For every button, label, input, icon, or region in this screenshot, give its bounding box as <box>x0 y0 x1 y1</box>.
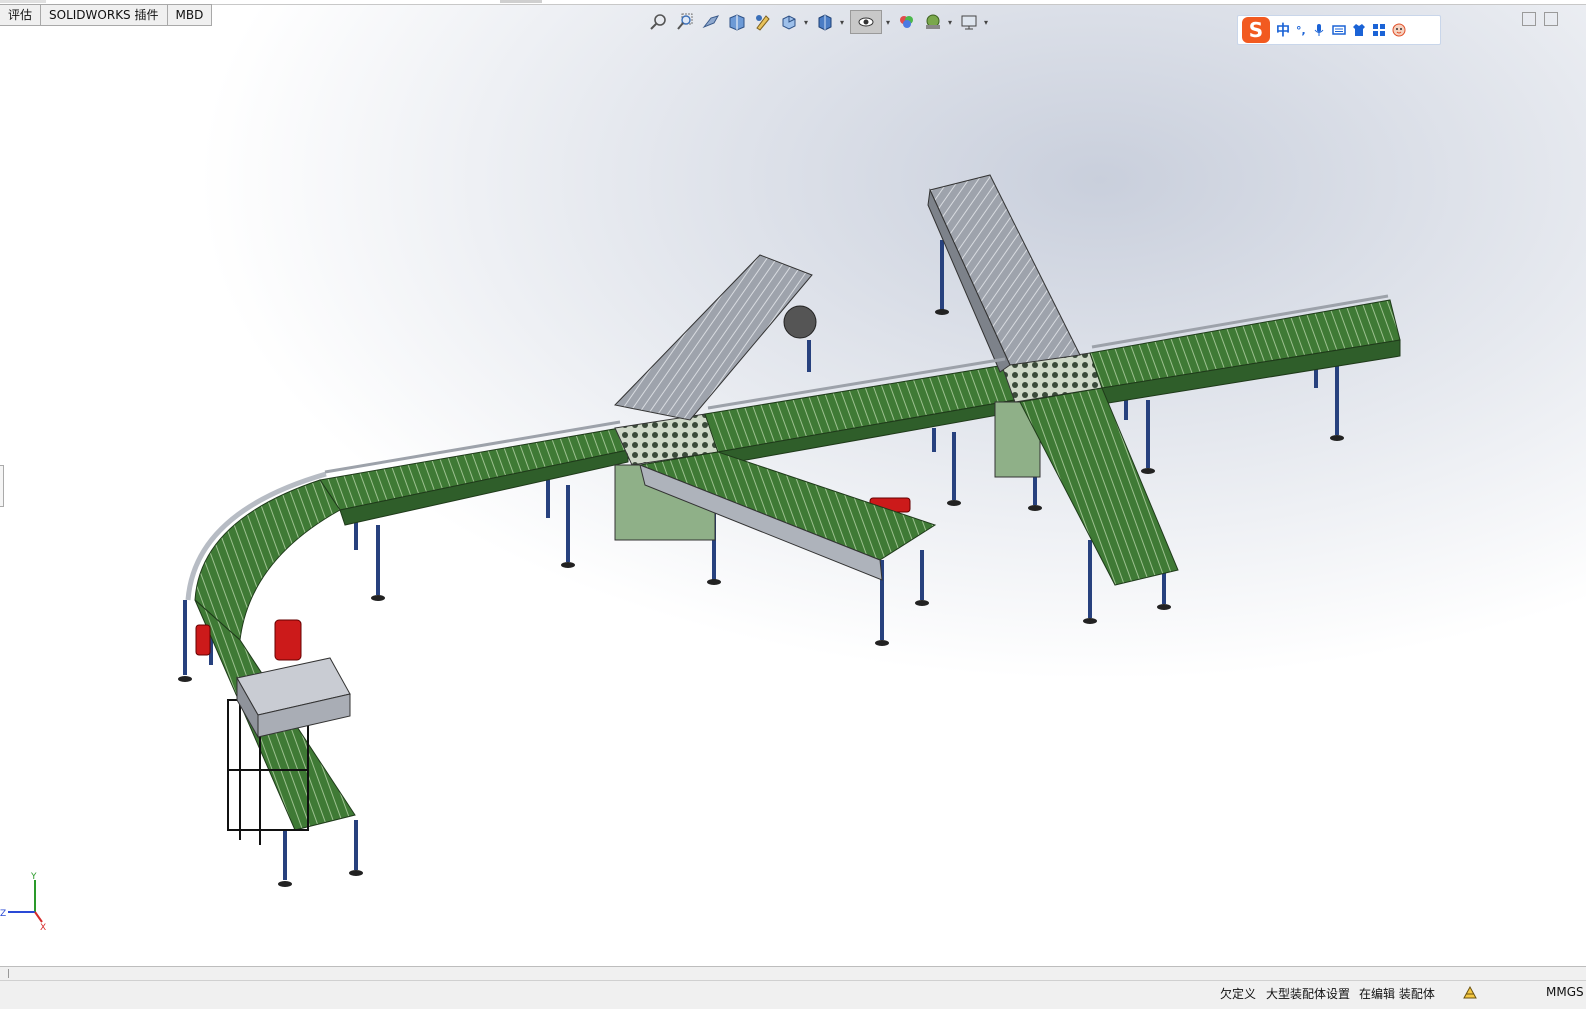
incline-conveyor-gray-2 <box>929 174 1081 366</box>
sogou-logo-icon[interactable]: S <box>1242 17 1270 43</box>
previous-view-icon <box>702 15 720 29</box>
skin-shirt-icon[interactable] <box>1352 23 1366 37</box>
status-units[interactable]: MMGS <box>1546 985 1584 999</box>
view-settings-icon <box>961 15 977 30</box>
leg-feet <box>178 309 1344 887</box>
tab-mbd[interactable]: MBD <box>167 4 213 26</box>
status-editing-assembly: 在编辑 装配体 <box>1359 987 1435 1001</box>
edit-appearance-button[interactable] <box>896 11 918 33</box>
ime-punctuation-toggle[interactable]: °, <box>1296 24 1306 37</box>
chevron-down-icon[interactable]: ▾ <box>984 18 990 27</box>
toolbox-grid-icon[interactable] <box>1372 23 1386 37</box>
view-settings-button[interactable] <box>958 11 980 33</box>
edit-appearance-icon <box>900 16 913 28</box>
tab-solidworks-addins[interactable]: SOLIDWORKS 插件 <box>41 4 168 26</box>
tab-evaluate[interactable]: 评估 <box>0 4 42 26</box>
maximize-icon[interactable] <box>1544 12 1558 26</box>
conveyor-assembly-model[interactable] <box>0 0 1586 966</box>
section-view-button[interactable] <box>726 11 748 33</box>
chevron-down-icon[interactable]: ▾ <box>948 18 954 27</box>
triad-z-label: Z <box>0 909 6 919</box>
status-bar: 欠定义 大型装配体设置 在编辑 装配体 MMGS <box>0 980 1586 1009</box>
viewport-window-controls <box>1522 12 1558 26</box>
view-orientation-button[interactable] <box>778 11 800 33</box>
heads-up-view-toolbar: ▾ ▾ ▾ ▾ ▾ <box>648 9 990 35</box>
triad-y-label: Y <box>30 872 37 882</box>
chevron-down-icon[interactable]: ▾ <box>886 18 892 27</box>
zoom-to-area-button[interactable] <box>674 11 696 33</box>
hide-show-items-icon <box>858 17 874 27</box>
previous-view-button[interactable] <box>700 11 722 33</box>
ime-toolbar: S 中 °, <box>1237 15 1441 45</box>
triad-x-label: X <box>40 923 46 932</box>
hide-show-items-button[interactable] <box>850 10 882 34</box>
chevron-down-icon[interactable]: ▾ <box>804 18 810 27</box>
section-view-icon <box>729 14 745 31</box>
view-orientation-icon <box>782 15 796 30</box>
zoom-to-fit-icon <box>650 14 666 30</box>
display-style-button[interactable] <box>814 11 836 33</box>
zoom-to-fit-button[interactable] <box>648 11 670 33</box>
apply-scene-button[interactable] <box>922 11 944 33</box>
command-manager-tabs: 评估 SOLIDWORKS 插件 MBD <box>0 4 213 26</box>
branch-conveyor-2 <box>1019 387 1179 586</box>
dynamic-annotation-button[interactable] <box>752 11 774 33</box>
gearmotor-1 <box>783 305 817 339</box>
chevron-down-icon[interactable]: ▾ <box>840 18 846 27</box>
microphone-icon[interactable] <box>1312 23 1326 37</box>
dynamic-annotation-icon <box>756 15 770 31</box>
mascot-icon[interactable] <box>1392 23 1406 37</box>
curved-conveyor <box>194 479 341 642</box>
apply-scene-icon <box>926 14 940 29</box>
coordinate-triad: Y Z X <box>0 872 46 932</box>
status-large-assembly-settings[interactable]: 大型装配体设置 <box>1266 985 1350 1002</box>
rebuild-icon[interactable] <box>1462 984 1478 1000</box>
restore-icon[interactable] <box>1522 12 1536 26</box>
status-under-defined: 欠定义 <box>1220 987 1257 1001</box>
ime-mode-toggle[interactable]: 中 <box>1276 20 1290 40</box>
horizontal-scrollbar[interactable] <box>0 966 1586 981</box>
keyboard-icon[interactable] <box>1331 23 1346 37</box>
display-style-icon <box>818 14 832 31</box>
zoom-to-area-icon <box>677 13 693 30</box>
